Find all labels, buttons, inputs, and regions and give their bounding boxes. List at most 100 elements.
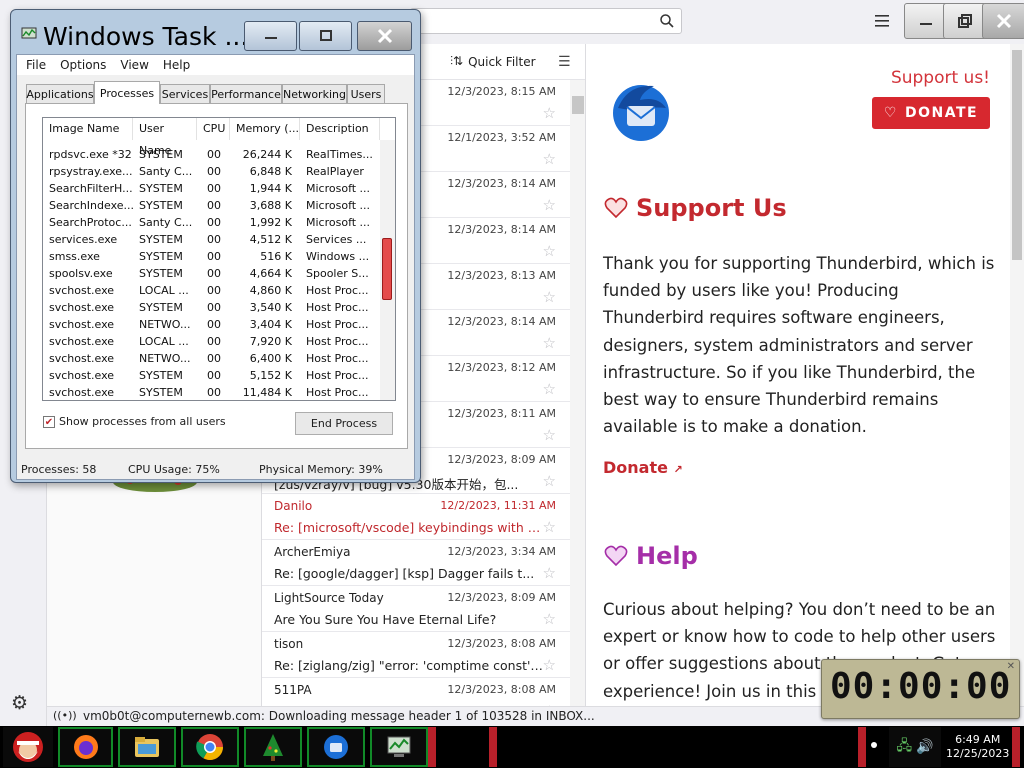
thunderbird-close-button[interactable] bbox=[982, 3, 1024, 39]
message-date: 12/3/2023, 8:09 AM bbox=[447, 453, 556, 466]
message-date: 12/3/2023, 3:34 AM bbox=[447, 545, 556, 558]
process-row[interactable]: svchost.exe NETWO... 00 6,400 K Host Proc... bbox=[43, 351, 379, 368]
menu-view[interactable]: View bbox=[120, 58, 148, 72]
settings-gear-icon[interactable]: ⚙ bbox=[11, 692, 28, 714]
helping-hands-heart-icon bbox=[604, 545, 628, 567]
star-icon[interactable]: ☆ bbox=[543, 472, 556, 490]
clock-date: 12/25/2023 bbox=[946, 747, 1010, 760]
page-scroll-thumb[interactable] bbox=[1012, 50, 1022, 260]
search-input[interactable] bbox=[410, 8, 682, 34]
thunderbird-restore-button[interactable] bbox=[943, 3, 987, 39]
process-row[interactable]: smss.exe SYSTEM 00 516 K Windows ... bbox=[43, 249, 379, 266]
task-manager-body: File Options View Help Applications Proc… bbox=[16, 54, 415, 480]
process-description: Microsoft ... bbox=[306, 216, 371, 229]
column-memory[interactable]: Memory (... bbox=[230, 118, 300, 140]
menu-help[interactable]: Help bbox=[163, 58, 190, 72]
menu-file[interactable]: File bbox=[26, 58, 46, 72]
star-icon[interactable]: ☆ bbox=[543, 288, 556, 306]
process-row[interactable]: svchost.exe SYSTEM 00 11,484 K Host Proc... bbox=[43, 385, 379, 400]
message-row[interactable]: Danilo 12/2/2023, 11:31 AM Re: [microsoft/… bbox=[262, 494, 570, 540]
tab-networking[interactable]: Networking bbox=[282, 84, 347, 103]
process-user-name: SYSTEM bbox=[139, 386, 183, 399]
star-icon[interactable]: ☆ bbox=[543, 518, 556, 536]
process-cpu: 00 bbox=[207, 318, 221, 331]
star-icon[interactable]: ☆ bbox=[543, 426, 556, 444]
process-row[interactable]: svchost.exe LOCAL ... 00 4,860 K Host Proc..… bbox=[43, 283, 379, 300]
process-row[interactable]: rpdsvc.exe *32 SYSTEM 00 26,244 K RealTimes.… bbox=[43, 147, 379, 164]
process-cpu: 00 bbox=[207, 250, 221, 263]
column-description[interactable]: Description bbox=[300, 118, 380, 140]
show-desktop-dot-icon[interactable] bbox=[871, 742, 877, 748]
volume-icon[interactable]: 🔊 bbox=[916, 739, 933, 755]
end-process-button[interactable]: End Process bbox=[295, 412, 393, 435]
message-list-scrollbar[interactable] bbox=[570, 80, 585, 706]
network-icon[interactable]: 🖧 bbox=[896, 735, 912, 759]
message-list-scroll-thumb[interactable] bbox=[572, 96, 584, 114]
star-icon[interactable]: ☆ bbox=[543, 150, 556, 168]
column-user-name[interactable]: User Name bbox=[133, 118, 197, 157]
process-user-name: NETWO... bbox=[139, 352, 191, 365]
process-image-name: rpdsvc.exe *32 bbox=[49, 148, 132, 161]
star-icon[interactable]: ☆ bbox=[543, 242, 556, 260]
taskbar-thunderbird-button[interactable] bbox=[307, 727, 365, 767]
taskbar-explorer-button[interactable] bbox=[118, 727, 176, 767]
taskbar-firefox-button[interactable] bbox=[58, 727, 113, 767]
process-table-scroll-thumb[interactable] bbox=[382, 238, 392, 300]
process-row[interactable]: SearchFilterH... SYSTEM 00 1,944 K Microsoft… bbox=[43, 181, 379, 198]
donate-link[interactable]: Donate ↗ bbox=[603, 458, 683, 477]
support-heading: Support Us bbox=[604, 194, 787, 222]
process-row[interactable]: SearchIndexe... SYSTEM 00 3,688 K Microsoft … bbox=[43, 198, 379, 215]
taskbar-task-manager-button[interactable] bbox=[370, 727, 428, 767]
star-icon[interactable]: ☆ bbox=[543, 656, 556, 674]
star-icon[interactable]: ☆ bbox=[543, 610, 556, 628]
process-cpu: 00 bbox=[207, 199, 221, 212]
menu-options[interactable]: Options bbox=[60, 58, 106, 72]
message-row[interactable]: tison 12/3/2023, 8:08 AM Re: [ziglang/zig]… bbox=[262, 632, 570, 678]
process-row[interactable]: rpsystray.exe... Santy C... 00 6,848 K RealP… bbox=[43, 164, 379, 181]
process-description: RealPlayer bbox=[306, 165, 364, 178]
thunderbird-minimize-button[interactable] bbox=[904, 3, 948, 39]
process-row[interactable]: spoolsv.exe SYSTEM 00 4,664 K Spooler S... bbox=[43, 266, 379, 283]
start-button[interactable] bbox=[3, 727, 53, 767]
taskbar-chrome-button[interactable] bbox=[181, 727, 239, 767]
column-image-name[interactable]: Image Name bbox=[43, 118, 133, 140]
tab-performance[interactable]: Performance bbox=[210, 84, 282, 103]
process-row[interactable]: SearchProtoc... Santy C... 00 1,992 K Micros… bbox=[43, 215, 379, 232]
tab-services[interactable]: Services bbox=[160, 84, 210, 103]
app-menu-icon[interactable] bbox=[872, 12, 892, 30]
timer-widget[interactable]: 00:00:00 ✕ bbox=[821, 659, 1020, 719]
task-manager-close-button[interactable] bbox=[357, 21, 412, 51]
message-row[interactable]: ArcherEmiya 12/3/2023, 3:34 AM Re: [google… bbox=[262, 540, 570, 586]
process-memory: 1,992 K bbox=[249, 216, 292, 229]
timer-close-icon[interactable]: ✕ bbox=[1007, 661, 1015, 672]
star-icon[interactable]: ☆ bbox=[543, 564, 556, 582]
show-all-processes-checkbox[interactable]: ✔ Show processes from all users bbox=[43, 415, 226, 428]
support-us-link[interactable]: Support us! bbox=[891, 68, 990, 88]
message-row[interactable]: LightSource Today 12/3/2023, 8:09 AM Are Y… bbox=[262, 586, 570, 632]
tab-users[interactable]: Users bbox=[347, 84, 385, 103]
process-row[interactable]: svchost.exe NETWO... 00 3,404 K Host Proc... bbox=[43, 317, 379, 334]
message-sender: tison bbox=[274, 637, 304, 651]
process-row[interactable]: services.exe SYSTEM 00 4,512 K Services ... bbox=[43, 232, 379, 249]
task-manager-minimize-button[interactable] bbox=[244, 21, 297, 51]
message-subject: Re: [ziglang/zig] "error: 'comptime cons… bbox=[274, 658, 544, 673]
column-cpu[interactable]: CPU bbox=[197, 118, 230, 140]
star-icon[interactable]: ☆ bbox=[543, 196, 556, 214]
list-display-options-icon[interactable]: ☰ bbox=[558, 54, 571, 70]
tab-processes[interactable]: Processes bbox=[94, 81, 160, 104]
star-icon[interactable]: ☆ bbox=[543, 104, 556, 122]
donate-button[interactable]: ♡ DONATE bbox=[872, 97, 990, 129]
taskbar-clock[interactable]: 6:49 AM 12/25/2023 bbox=[946, 733, 1009, 761]
online-status-icon[interactable]: ((•)) bbox=[53, 709, 77, 722]
quick-filter-button[interactable]: ⫶⇅ Quick Filter bbox=[450, 54, 536, 69]
process-row[interactable]: svchost.exe SYSTEM 00 3,540 K Host Proc... bbox=[43, 300, 379, 317]
taskbar-christmas-tree-button[interactable] bbox=[244, 727, 302, 767]
star-icon[interactable]: ☆ bbox=[543, 334, 556, 352]
process-row[interactable]: svchost.exe SYSTEM 00 5,152 K Host Proc... bbox=[43, 368, 379, 385]
process-row[interactable]: svchost.exe LOCAL ... 00 7,920 K Host Proc..… bbox=[43, 334, 379, 351]
tab-applications[interactable]: Applications bbox=[26, 84, 94, 103]
taskbar-separator bbox=[1012, 727, 1020, 767]
task-manager-maximize-button[interactable] bbox=[299, 21, 352, 51]
star-icon[interactable]: ☆ bbox=[543, 380, 556, 398]
message-row[interactable]: 511PA12/3/2023, 8:08 AM☆ bbox=[262, 678, 570, 706]
